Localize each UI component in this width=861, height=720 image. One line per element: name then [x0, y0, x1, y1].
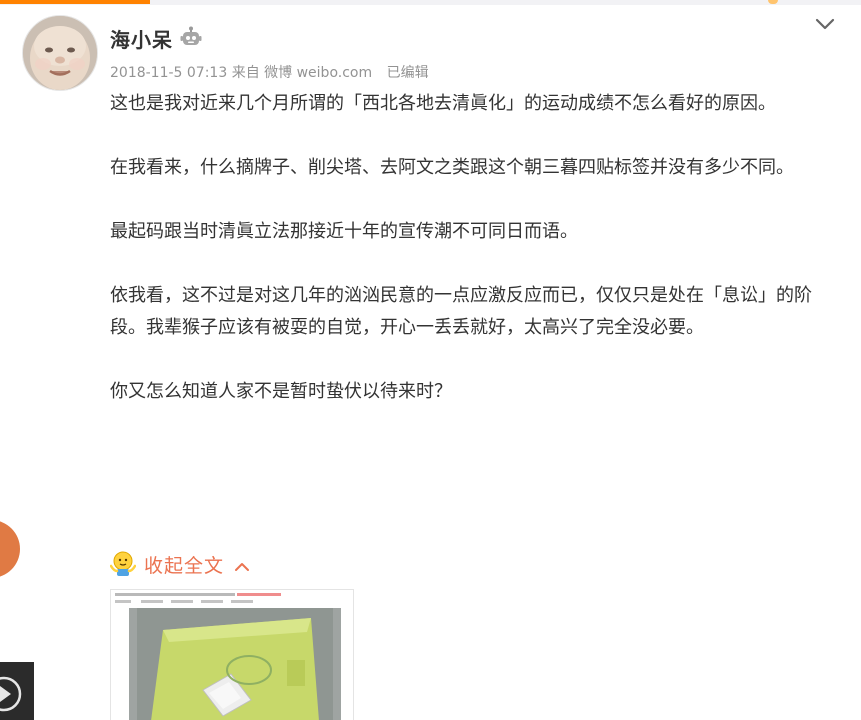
- author-name[interactable]: 海小呆: [110, 24, 173, 53]
- robot-icon: [180, 26, 202, 48]
- post-body: 这也是我对近来几个月所谓的「西北各地去清眞化」的运动成绩不怎么看好的原因。 在我…: [110, 88, 830, 440]
- edited-label[interactable]: 已编辑: [387, 65, 429, 81]
- floating-action-bubble[interactable]: [0, 520, 20, 578]
- post-paragraph: 依我看，这不过是对这几年的汹汹民意的一点应激反应而已，仅仅只是处在「息讼」的阶段…: [110, 285, 812, 338]
- avatar[interactable]: [22, 15, 98, 91]
- post-source[interactable]: 来自 微博 weibo.com: [232, 65, 372, 81]
- post-paragraph: 最起码跟当时清眞立法那接近十年的宣传潮不可同日而语。: [110, 221, 578, 242]
- weibo-post-page: 海小呆 2018-11-5 07:13 来自 微博 weibo.com 已编辑 …: [0, 0, 861, 720]
- chevron-up-icon[interactable]: [234, 558, 250, 571]
- post-paragraph: 你又怎么知道人家不是暂时蛰伏以待来时？: [110, 381, 452, 402]
- post-paragraph: 这也是我对近来几个月所谓的「西北各地去清眞化」的运动成绩不怎么看好的原因。: [110, 93, 776, 114]
- shrug-emoji-icon: [109, 550, 137, 578]
- post-meta: 2018-11-5 07:13 来自 微博 weibo.com 已编辑: [110, 62, 429, 82]
- collapse-full-text-button[interactable]: 收起全文: [109, 548, 250, 580]
- post-image-thumbnail[interactable]: [110, 589, 354, 720]
- top-bar: [0, 0, 861, 5]
- top-bar-accent: [0, 0, 150, 4]
- post-date[interactable]: 2018-11-5 07:13: [110, 65, 227, 81]
- collapse-label[interactable]: 收起全文: [144, 551, 224, 578]
- chevron-down-icon[interactable]: [814, 14, 836, 34]
- video-play-control[interactable]: [0, 662, 34, 720]
- top-bar-indicator: [768, 0, 778, 4]
- post-paragraph: 在我看来，什么摘牌子、削尖塔、去阿文之类跟这个朝三暮四贴标签并没有多少不同。: [110, 157, 794, 178]
